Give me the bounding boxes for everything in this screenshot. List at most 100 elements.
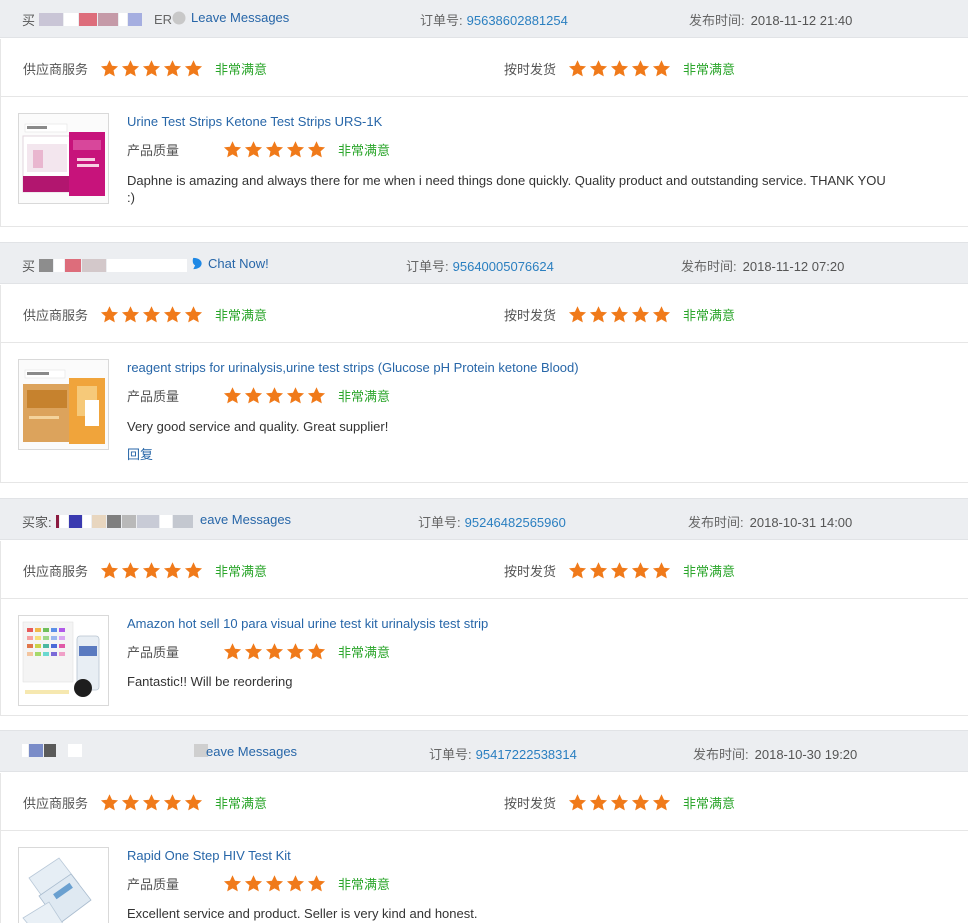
star-icon <box>286 140 305 159</box>
leave-messages-link[interactable]: eave Messages <box>200 512 291 527</box>
star-icon <box>223 874 242 893</box>
buyer-name-mosaic <box>121 515 136 528</box>
leave-messages-label: eave Messages <box>206 744 298 759</box>
rating-text: 非常满意 <box>215 564 268 579</box>
product-title-link[interactable]: Urine Test Strips Ketone Test Strips URS… <box>127 114 382 129</box>
buyer-name-mosaic <box>106 515 121 528</box>
rating-text: 非常满意 <box>683 564 736 579</box>
star-icon <box>286 874 305 893</box>
rating-text: 非常满意 <box>338 389 391 404</box>
star-icon <box>184 59 203 78</box>
star-icon <box>610 59 629 78</box>
star-icon <box>223 642 242 661</box>
delivery-label: 按时发货 <box>504 308 557 323</box>
buyer-name-mosaic <box>159 515 172 528</box>
order-number-link[interactable]: 95638602881254 <box>467 13 568 28</box>
star-icon <box>652 59 671 78</box>
star-rating <box>568 561 673 580</box>
order-label: 订单号: <box>418 515 461 530</box>
leave-messages-link[interactable]: eave Messages <box>206 744 297 759</box>
star-icon <box>163 305 182 324</box>
star-icon <box>631 793 650 812</box>
supplier-service-rating: 供应商服务 非常满意 <box>23 793 267 812</box>
review-comment: Daphne is amazing and always there for m… <box>127 173 886 205</box>
star-icon <box>631 561 650 580</box>
chat-now-link[interactable]: Chat Now! <box>191 256 269 271</box>
star-icon <box>121 305 140 324</box>
star-icon <box>121 59 140 78</box>
product-thumbnail[interactable] <box>18 615 109 706</box>
buyer-info: 买家: <box>22 512 194 531</box>
star-icon <box>307 642 326 661</box>
reply-link[interactable]: 回复 <box>127 444 153 463</box>
star-rating <box>568 305 673 324</box>
buyer-name-mosaic <box>57 744 67 757</box>
order-label: 订单号: <box>420 13 463 28</box>
order-number-link[interactable]: 95640005076624 <box>453 259 554 274</box>
order-number-link[interactable]: 95246482565960 <box>465 515 566 530</box>
star-icon <box>142 561 161 580</box>
date-label: 发布时间: <box>688 515 744 530</box>
buyer-label: 买家: <box>22 515 52 530</box>
product-title-link[interactable]: Amazon hot sell 10 para visual urine tes… <box>127 616 488 631</box>
service-rating-row: 供应商服务 非常满意 按时发货 非常满意 <box>0 773 968 831</box>
product-quality-label: 产品质量 <box>127 389 180 404</box>
star-icon <box>307 874 326 893</box>
delivery-rating: 按时发货 非常满意 <box>504 561 735 580</box>
publish-date: 发布时间: 2018-11-12 07:20 <box>681 256 844 275</box>
product-quality-label: 产品质量 <box>127 877 180 892</box>
date-value: 2018-11-12 21:40 <box>750 13 853 28</box>
product-quality-rating: 产品质量 非常满意 <box>127 140 390 159</box>
star-rating <box>100 305 205 324</box>
supplier-service-rating: 供应商服务 非常满意 <box>23 305 267 324</box>
order-info: 订单号: 95638602881254 <box>420 10 568 29</box>
buyer-name-mosaic <box>64 13 79 26</box>
star-icon <box>610 793 629 812</box>
star-icon <box>184 305 203 324</box>
product-quality-label: 产品质量 <box>127 645 180 660</box>
leave-messages-link[interactable]: Leave Messages <box>172 10 289 25</box>
product-image <box>19 848 108 923</box>
buyer-label: 买 <box>22 13 36 28</box>
product-thumbnail[interactable] <box>18 847 109 923</box>
supplier-service-label: 供应商服务 <box>23 564 89 579</box>
product-image <box>19 360 108 449</box>
product-quality-rating: 产品质量 非常满意 <box>127 874 390 893</box>
star-rating <box>223 140 328 159</box>
product-review-row: Rapid One Step HIV Test Kit 产品质量 非常满意 Ex… <box>0 831 968 923</box>
product-image <box>19 616 108 705</box>
buyer-name-mosaic <box>55 515 59 528</box>
star-icon <box>163 561 182 580</box>
star-rating <box>223 642 328 661</box>
buyer-name-suffix: ER <box>154 12 173 27</box>
rating-text: 非常满意 <box>683 62 736 77</box>
star-rating <box>568 59 673 78</box>
star-icon <box>121 561 140 580</box>
product-title-link[interactable]: reagent strips for urinalysis,urine test… <box>127 360 579 375</box>
review-comment: Excellent service and product. Seller is… <box>127 906 478 921</box>
star-icon <box>121 793 140 812</box>
service-rating-row: 供应商服务 非常满意 按时发货 非常满意 <box>0 285 968 343</box>
chat-now-label: Chat Now! <box>208 256 269 271</box>
buyer-name-mosaic <box>68 744 82 757</box>
star-icon <box>610 305 629 324</box>
buyer-name-mosaic <box>172 515 193 528</box>
star-icon <box>568 305 587 324</box>
star-icon <box>265 386 284 405</box>
star-icon <box>142 59 161 78</box>
buyer-name-mosaic <box>29 744 43 757</box>
star-icon <box>100 561 119 580</box>
service-rating-row: 供应商服务 非常满意 按时发货 非常满意 <box>0 39 968 97</box>
star-icon <box>286 642 305 661</box>
star-icon <box>142 305 161 324</box>
date-value: 2018-10-30 19:20 <box>754 747 858 762</box>
product-thumbnail[interactable] <box>18 359 109 450</box>
order-number-link[interactable]: 95417222538314 <box>476 747 577 762</box>
review-header: 买 Chat Now! 订单号: 95640005076624 发布时间: 2018… <box>0 242 968 284</box>
chat-bubble-icon <box>192 257 202 270</box>
buyer-name-mosaic <box>59 515 68 528</box>
buyer-name-mosaic <box>128 13 143 26</box>
product-title-link[interactable]: Rapid One Step HIV Test Kit <box>127 848 291 863</box>
star-icon <box>100 59 119 78</box>
product-thumbnail[interactable] <box>18 113 109 204</box>
